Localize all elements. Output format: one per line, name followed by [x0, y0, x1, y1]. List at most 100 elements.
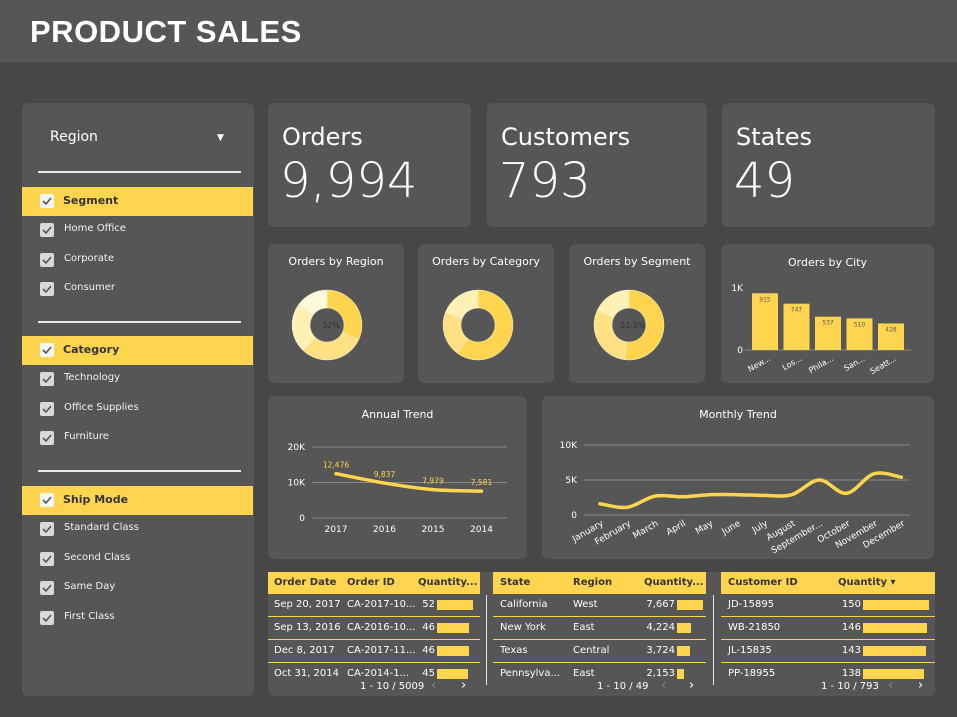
y-tick-label: 0 — [737, 346, 743, 356]
caret-down-icon[interactable]: ▼ — [217, 133, 224, 143]
filter-group-header[interactable]: Ship Mode — [22, 486, 253, 515]
data-point[interactable] — [735, 493, 739, 497]
column-header-region[interactable]: Region — [573, 577, 612, 588]
data-point[interactable] — [383, 481, 386, 485]
data-point[interactable] — [653, 494, 657, 498]
column-header-quantity[interactable]: Quantity ▾ — [838, 577, 896, 588]
chevron-right-icon[interactable]: › — [918, 678, 923, 693]
data-point[interactable] — [790, 493, 794, 497]
chevron-right-icon[interactable]: › — [689, 678, 694, 693]
filter-group-header[interactable]: Category — [22, 336, 253, 365]
divider — [38, 171, 241, 173]
table-row[interactable]: Sep 20, 2017 CA-2017-10... 52 — [268, 594, 480, 617]
check-icon[interactable] — [40, 343, 54, 357]
table-cell: West — [573, 599, 598, 610]
filter-option[interactable]: First Class — [22, 606, 253, 630]
orders-table: Order Date Order ID Quantity... Sep 20, … — [268, 572, 480, 696]
pagination-label: 1 - 10 / 49 — [597, 681, 649, 692]
data-label: 747 — [791, 307, 803, 314]
pie-slice[interactable] — [326, 289, 363, 341]
table-row[interactable]: Texas Central 3,724 — [493, 640, 706, 663]
check-icon[interactable] — [40, 610, 54, 625]
filter-option[interactable]: Second Class — [22, 547, 253, 571]
table-row[interactable]: Dec 8, 2017 CA-2017-11... 46 — [268, 640, 480, 663]
orders-by-city-card: Orders by City 0 1K 915 New... 747 Los... 537 P… — [721, 244, 934, 383]
filter-option[interactable]: Consumer — [22, 277, 253, 301]
data-point[interactable] — [872, 472, 876, 476]
filter-option[interactable]: Office Supplies — [22, 397, 253, 421]
column-header-order-date[interactable]: Order Date — [274, 577, 336, 588]
table-cell: CA-2016-10... — [347, 622, 416, 633]
filter-option[interactable]: Standard Class — [22, 517, 253, 541]
filter-option-label: Technology — [64, 372, 121, 383]
region-dropdown-label[interactable]: Region — [50, 129, 98, 145]
data-point[interactable] — [899, 475, 903, 479]
check-icon[interactable] — [40, 372, 54, 386]
column-header-state[interactable]: State — [500, 577, 530, 588]
filter-option[interactable]: Same Day — [22, 576, 253, 600]
x-tick-label: San... — [842, 354, 866, 373]
check-icon[interactable] — [40, 252, 54, 267]
check-icon[interactable] — [40, 431, 54, 445]
pagination-label: 1 - 10 / 793 — [821, 681, 879, 692]
filter-group-header[interactable]: Segment — [22, 187, 253, 216]
pie-slice[interactable] — [593, 309, 628, 361]
x-tick-label: 2016 — [373, 525, 396, 535]
table-row[interactable]: JD-15895 150 — [721, 594, 935, 617]
filter-option[interactable]: Technology — [22, 367, 253, 391]
divider — [38, 470, 241, 472]
chevron-left-icon[interactable]: ‹ — [431, 678, 436, 693]
kpi-value: 793 — [499, 153, 591, 209]
table-cell: Sep 20, 2017 — [274, 599, 341, 610]
check-icon[interactable] — [40, 522, 54, 536]
table-cell: Oct 31, 2014 — [274, 668, 339, 679]
data-point[interactable] — [845, 491, 849, 495]
chevron-left-icon[interactable]: ‹ — [661, 678, 666, 693]
y-tick-label: 0 — [571, 511, 577, 521]
table-cell: JD-15895 — [728, 599, 775, 610]
table-cell-value: 3,724 — [646, 645, 675, 656]
series-line[interactable] — [598, 471, 904, 510]
column-header-order-id[interactable]: Order ID — [347, 577, 395, 588]
check-icon[interactable] — [40, 581, 54, 595]
column-header-quantity[interactable]: Quantity... — [418, 577, 477, 588]
table-row[interactable]: WB-21850 146 — [721, 617, 935, 640]
check-icon[interactable] — [40, 551, 54, 566]
data-point[interactable] — [431, 488, 435, 492]
chevron-right-icon[interactable]: › — [461, 678, 466, 693]
check-icon[interactable] — [40, 194, 54, 208]
filter-option-label: First Class — [64, 610, 115, 622]
data-point[interactable] — [762, 493, 766, 497]
table-row[interactable]: JL-15835 143 — [721, 640, 935, 663]
column-header-customer-id[interactable]: Customer ID — [728, 577, 798, 588]
kpi-card-orders: Orders 9,994 — [268, 103, 471, 227]
quantity-bar — [437, 623, 469, 633]
data-label: 9,837 — [374, 470, 396, 479]
quantity-bar — [677, 646, 690, 656]
table-separator — [486, 595, 487, 685]
table-row[interactable]: California West 7,667 — [493, 594, 706, 617]
table-row[interactable]: New York East 4,224 — [493, 617, 706, 640]
kpi-card-customers: Customers 793 — [487, 103, 707, 227]
data-point[interactable] — [708, 493, 712, 497]
check-icon[interactable] — [40, 282, 54, 296]
filter-option[interactable]: Furniture — [22, 426, 253, 450]
column-header-quantity[interactable]: Quantity... — [644, 577, 703, 588]
x-tick-label: Phila... — [807, 354, 835, 375]
table-cell: CA-2017-11... — [347, 645, 416, 656]
data-point[interactable] — [625, 505, 629, 509]
quantity-bar — [437, 600, 473, 610]
table-cell-value: 4,224 — [646, 622, 675, 633]
data-point[interactable] — [334, 472, 338, 476]
check-icon[interactable] — [40, 223, 54, 237]
data-point[interactable] — [680, 495, 684, 499]
chevron-left-icon[interactable]: ‹ — [888, 678, 893, 693]
filter-option[interactable]: Home Office — [22, 218, 253, 242]
data-point[interactable] — [598, 502, 602, 506]
data-point[interactable] — [480, 489, 483, 493]
check-icon[interactable] — [40, 493, 54, 507]
table-row[interactable]: Sep 13, 2016 CA-2016-10... 46 — [268, 617, 480, 640]
data-point[interactable] — [817, 478, 821, 482]
filter-option[interactable]: Corporate — [22, 248, 253, 272]
check-icon[interactable] — [40, 401, 54, 416]
